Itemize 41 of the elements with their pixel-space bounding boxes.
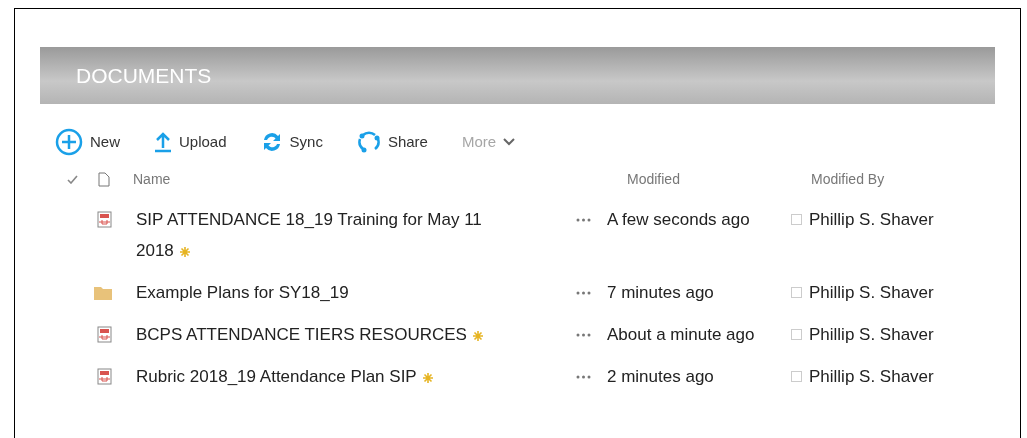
presence-icon [791, 329, 802, 340]
file-name[interactable]: Rubric 2018_19 Attendance Plan SIP [136, 361, 516, 392]
document-icon [98, 171, 110, 187]
modified-by[interactable]: Phillip S. Shaver [809, 277, 934, 308]
more-options-icon[interactable] [576, 217, 591, 222]
check-icon [67, 174, 78, 184]
more-options-icon[interactable] [576, 332, 591, 337]
modified-time: 7 minutes ago [607, 282, 715, 304]
modified-by[interactable]: Phillip S. Shaver [809, 319, 934, 350]
file-name[interactable]: SIP ATTENDANCE 18_19 Training for May 11 2018 [136, 204, 516, 266]
pdf-file-icon [97, 368, 112, 385]
pdf-file-icon [97, 326, 112, 343]
folder-icon [94, 285, 112, 300]
sparkle-icon [422, 372, 433, 383]
toolbar-button[interactable]: Sync [260, 130, 323, 154]
modified-time: About a minute ago [607, 324, 756, 346]
modified-by[interactable]: Phillip S. Shaver [809, 361, 934, 392]
file-name[interactable]: Example Plans for SY18_19 [136, 277, 516, 308]
column-header[interactable]: Modified [627, 168, 811, 190]
share-icon [356, 130, 381, 154]
modified-time: A few seconds ago [607, 209, 751, 231]
plus-circle-icon [55, 128, 83, 156]
modified-time: 2 minutes ago [607, 366, 715, 388]
toolbar-button[interactable]: Share [356, 130, 428, 154]
more-options-icon[interactable] [576, 374, 591, 379]
column-header[interactable]: Name [133, 168, 627, 190]
header-title: DOCUMENTS [76, 62, 212, 89]
presence-icon [791, 214, 802, 225]
sparkle-icon [179, 246, 190, 257]
file-name[interactable]: BCPS ATTENDANCE TIERS RESOURCES [136, 319, 516, 350]
column-header[interactable]: Modified By [811, 168, 885, 190]
pdf-file-icon [97, 211, 112, 228]
presence-icon [791, 287, 802, 298]
toolbar-button[interactable]: New [55, 128, 120, 156]
more-options-icon[interactable] [576, 290, 591, 295]
chevron-down-icon [503, 138, 516, 146]
sparkle-icon [472, 330, 483, 341]
modified-by[interactable]: Phillip S. Shaver [809, 204, 934, 235]
presence-icon [791, 371, 802, 382]
toolbar-button[interactable]: Upload [154, 130, 227, 154]
upload-icon [154, 131, 172, 153]
